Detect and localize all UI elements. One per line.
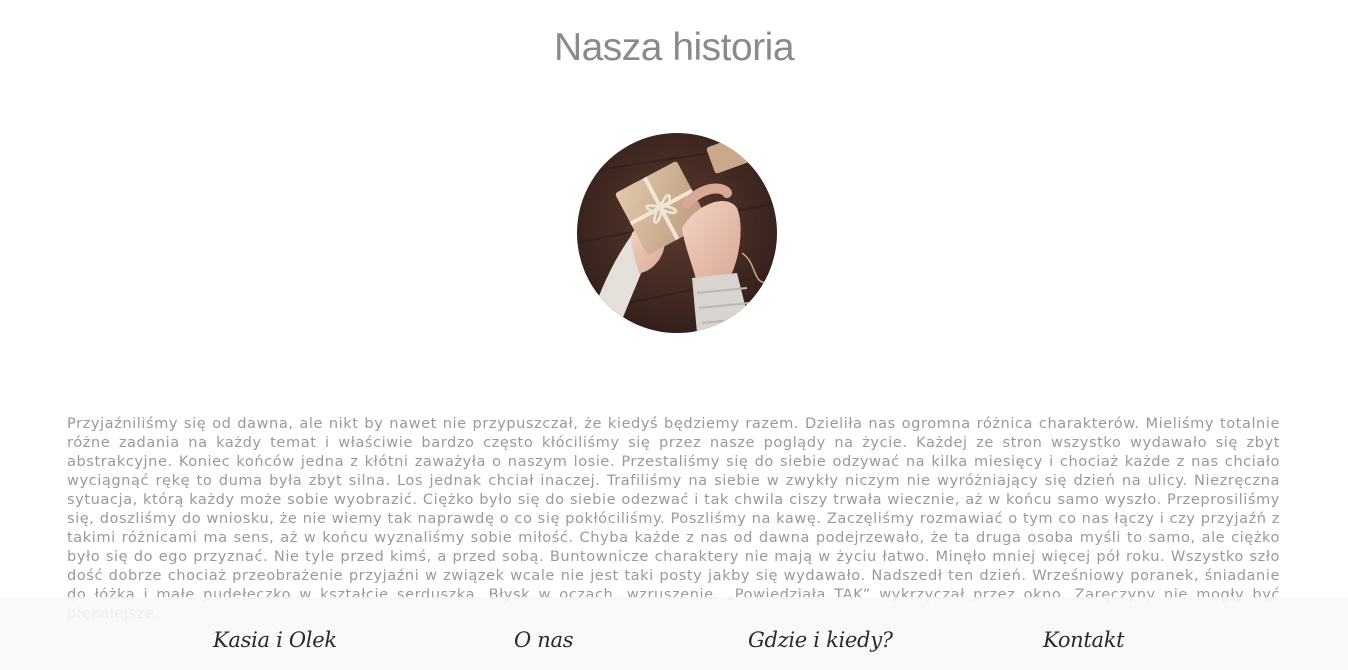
nav-link-where-when[interactable]: Gdzie i kiedy? (748, 626, 893, 654)
bottom-navigation: Kasia i Olek O nas Gdzie i kiedy? Kontak… (0, 597, 1348, 670)
gift-box-hands-image (577, 133, 777, 333)
story-text: Przyjaźniliśmy się od dawna, ale nikt by… (67, 415, 1280, 622)
couple-photo (577, 133, 777, 333)
nav-link-contact[interactable]: Kontakt (1043, 626, 1125, 654)
nav-link-about[interactable]: O nas (514, 626, 574, 654)
nav-link-home[interactable]: Kasia i Olek (213, 626, 337, 654)
page-title: Nasza historia (553, 26, 795, 69)
